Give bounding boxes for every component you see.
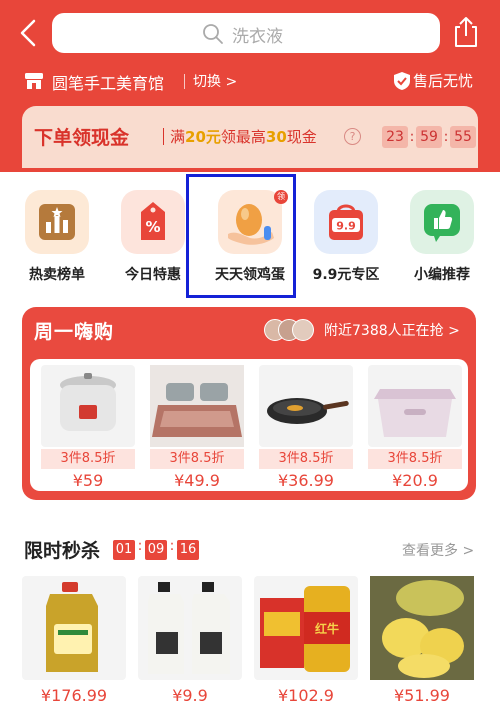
detergent-bottles-image — [138, 576, 242, 680]
weekly-item[interactable]: 3件8.5折 ¥36.99 — [255, 365, 357, 490]
weekly-item[interactable]: 3件8.5折 ¥59 — [37, 365, 139, 490]
timer-seconds: 16 — [177, 540, 199, 560]
buyer-avatars — [264, 319, 324, 341]
weekly-items: 3件8.5折 ¥59 3件8.5折 ¥49.9 3件8.5折 ¥36.99 3件… — [30, 359, 468, 491]
category-daily-deals[interactable]: % 今日特惠 — [113, 188, 193, 296]
divider — [184, 74, 185, 89]
discount-tag: 3件8.5折 — [150, 449, 244, 469]
category-hot-ranking[interactable]: 热卖榜单 — [17, 188, 97, 296]
flash-sale-item[interactable]: ¥176.99 — [22, 576, 126, 706]
flash-sale-title: 限时秒杀 — [24, 540, 101, 562]
weekly-title: 周一嗨购 — [34, 321, 115, 343]
highlight-box — [186, 174, 296, 298]
item-price: ¥20.9 — [392, 471, 438, 490]
rice-cooker-image — [41, 365, 135, 447]
energy-drink-image: 红牛 — [254, 576, 358, 680]
discount-tag: 3件8.5折 — [259, 449, 353, 469]
svg-text:%: % — [145, 218, 160, 236]
timer-minutes: 09 — [145, 540, 167, 560]
cash-banner-title: 下单领现金 — [34, 127, 130, 149]
storage-box-image — [368, 365, 462, 447]
category-label: 9.9元专区 — [312, 267, 380, 283]
store-icon — [24, 71, 44, 91]
item-price: ¥36.99 — [278, 471, 334, 490]
flash-sale-item[interactable]: ¥51.99 — [370, 576, 474, 706]
timer-colon: : — [169, 538, 175, 554]
see-more-link[interactable]: 查看更多 > — [402, 540, 474, 560]
svg-text:红牛: 红牛 — [315, 621, 339, 636]
shield-check-icon — [393, 71, 411, 91]
durian-image — [370, 576, 474, 680]
category-label: 小编推荐 — [414, 267, 470, 283]
divider — [163, 128, 164, 145]
timer-colon: : — [409, 129, 415, 145]
cash-banner-desc: 满20元领最高30现金 — [170, 128, 317, 146]
timer-hours: 01 — [113, 540, 135, 560]
discount-tag: 3件8.5折 — [41, 449, 135, 469]
cash-reward-banner[interactable]: 下单领现金 满20元领最高30现金 ? 23 : 59 : 55 — [22, 106, 478, 168]
flash-sale-header: 限时秒杀 01 : 09 : 16 查看更多 > — [0, 534, 500, 564]
store-row: 圆笔手工美育馆 切换 > 售后无忧 — [0, 64, 500, 98]
timer-colon: : — [137, 538, 143, 554]
switch-store-button[interactable]: 切换 > — [193, 71, 237, 91]
avatar — [292, 319, 314, 341]
header: 洗衣液 圆笔手工美育馆 切换 > 售后无忧 下单领现金 满20元领最高30现金 … — [0, 0, 500, 172]
search-input[interactable]: 洗衣液 — [52, 13, 440, 53]
chevron-left-icon — [20, 19, 36, 47]
share-button[interactable] — [450, 15, 482, 49]
weekly-item[interactable]: 3件8.5折 ¥49.9 — [146, 365, 248, 490]
item-price: ¥51.99 — [394, 686, 450, 705]
item-price: ¥59 — [72, 471, 104, 490]
item-price: ¥102.9 — [278, 686, 334, 705]
bed-mat-image — [150, 365, 244, 447]
ranking-chart-icon — [25, 190, 89, 254]
svg-text:9.9: 9.9 — [336, 220, 356, 233]
discount-tag: 3件8.5折 — [368, 449, 462, 469]
cooking-oil-image — [22, 576, 126, 680]
discount-tag-icon: % — [121, 190, 185, 254]
nearby-buyers-link[interactable]: 附近7388人正在抢 > — [324, 320, 460, 340]
share-icon — [455, 17, 477, 47]
item-price: ¥49.9 — [174, 471, 220, 490]
flash-sale-item[interactable]: 红牛 ¥102.9 — [254, 576, 358, 706]
thumbs-up-icon — [410, 190, 474, 254]
timer-colon: : — [443, 129, 449, 145]
timer-minutes: 59 — [416, 126, 442, 148]
timer-hours: 23 — [382, 126, 408, 148]
search-icon — [202, 23, 224, 45]
category-label: 热卖榜单 — [29, 267, 85, 283]
weekly-deals-card[interactable]: 周一嗨购 附近7388人正在抢 > 3件8.5折 ¥59 3件8.5折 ¥49.… — [22, 307, 476, 500]
category-9-9-zone[interactable]: 9.9 9.9元专区 — [306, 188, 386, 296]
flash-sale-item[interactable]: ¥9.9 — [138, 576, 242, 706]
wok-pan-image — [259, 365, 353, 447]
timer-seconds: 55 — [450, 126, 476, 148]
back-button[interactable] — [14, 18, 44, 48]
search-placeholder: 洗衣液 — [232, 27, 283, 47]
after-sale-label[interactable]: 售后无忧 — [413, 70, 473, 91]
weekly-item[interactable]: 3件8.5折 ¥20.9 — [364, 365, 466, 490]
category-editor-picks[interactable]: 小编推荐 — [402, 188, 482, 296]
shopping-bag-icon: 9.9 — [314, 190, 378, 254]
store-name: 圆笔手工美育馆 — [52, 74, 165, 93]
item-price: ¥9.9 — [172, 686, 208, 705]
item-price: ¥176.99 — [40, 686, 108, 705]
help-icon[interactable]: ? — [344, 128, 361, 145]
